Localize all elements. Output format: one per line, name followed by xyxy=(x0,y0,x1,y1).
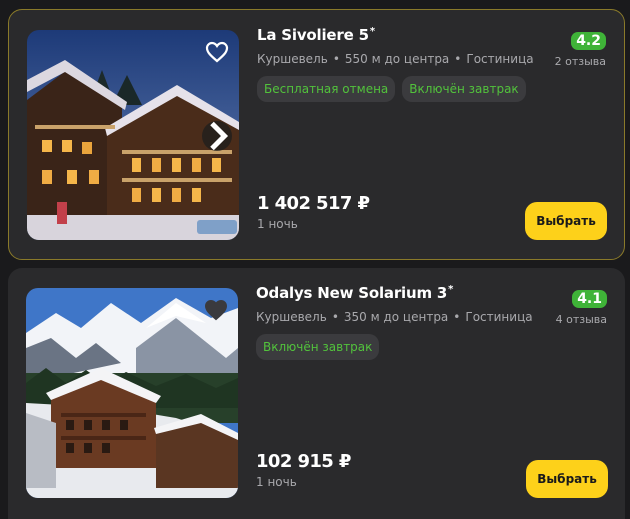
hotel-meta: Куршевель • 550 м до центра • Гостиница xyxy=(257,52,534,66)
hotel-type: Гостиница xyxy=(465,310,533,324)
select-button[interactable]: Выбрать xyxy=(525,202,607,240)
reviews-count[interactable]: 2 отзыва xyxy=(555,55,606,68)
hotel-name[interactable]: Odalys New Solarium 3* xyxy=(256,284,453,302)
separator: • xyxy=(331,310,339,324)
rating-badge: 4.1 xyxy=(572,290,607,308)
hotel-photo[interactable] xyxy=(26,288,238,498)
chevron-right-icon xyxy=(210,121,229,151)
tags-row: Бесплатная отмена Включён завтрак xyxy=(257,76,526,102)
hotel-distance: 350 м до центра xyxy=(343,310,449,324)
hotel-location: Куршевель xyxy=(256,310,327,324)
hotel-location: Куршевель xyxy=(257,52,328,66)
separator: • xyxy=(454,52,462,66)
select-button[interactable]: Выбрать xyxy=(526,460,608,498)
hotel-photo[interactable] xyxy=(27,30,239,240)
heart-outline-icon xyxy=(205,41,229,63)
price-period: 1 ночь xyxy=(256,475,297,489)
separator: • xyxy=(453,310,461,324)
price: 1 402 517 ₽ xyxy=(257,193,370,214)
rating-badge: 4.2 xyxy=(571,32,606,50)
reviews-count[interactable]: 4 отзыва xyxy=(556,313,607,326)
hotel-distance: 550 м до центра xyxy=(344,52,450,66)
price: 102 915 ₽ xyxy=(256,451,351,472)
price-period: 1 ночь xyxy=(257,217,298,231)
hotel-card-la-sivoliere[interactable]: La Sivoliere 5* Куршевель • 550 м до центр… xyxy=(8,9,625,260)
photo-next-button[interactable] xyxy=(202,121,232,151)
separator: • xyxy=(332,52,340,66)
hotel-card-odalys[interactable]: Odalys New Solarium 3* Куршевель • 350 м д… xyxy=(8,268,625,519)
tag-breakfast: Включён завтрак xyxy=(402,76,526,102)
favorite-button[interactable] xyxy=(204,298,228,322)
tags-row: Включён завтрак xyxy=(256,334,380,360)
hotel-name[interactable]: La Sivoliere 5* xyxy=(257,26,375,44)
tag-free-cancellation: Бесплатная отмена xyxy=(257,76,396,102)
hotel-meta: Куршевель • 350 м до центра • Гостиница xyxy=(256,310,533,324)
heart-filled-icon xyxy=(204,299,228,321)
hotel-type: Гостиница xyxy=(466,52,534,66)
tag-breakfast: Включён завтрак xyxy=(256,334,380,360)
favorite-button[interactable] xyxy=(205,40,229,64)
